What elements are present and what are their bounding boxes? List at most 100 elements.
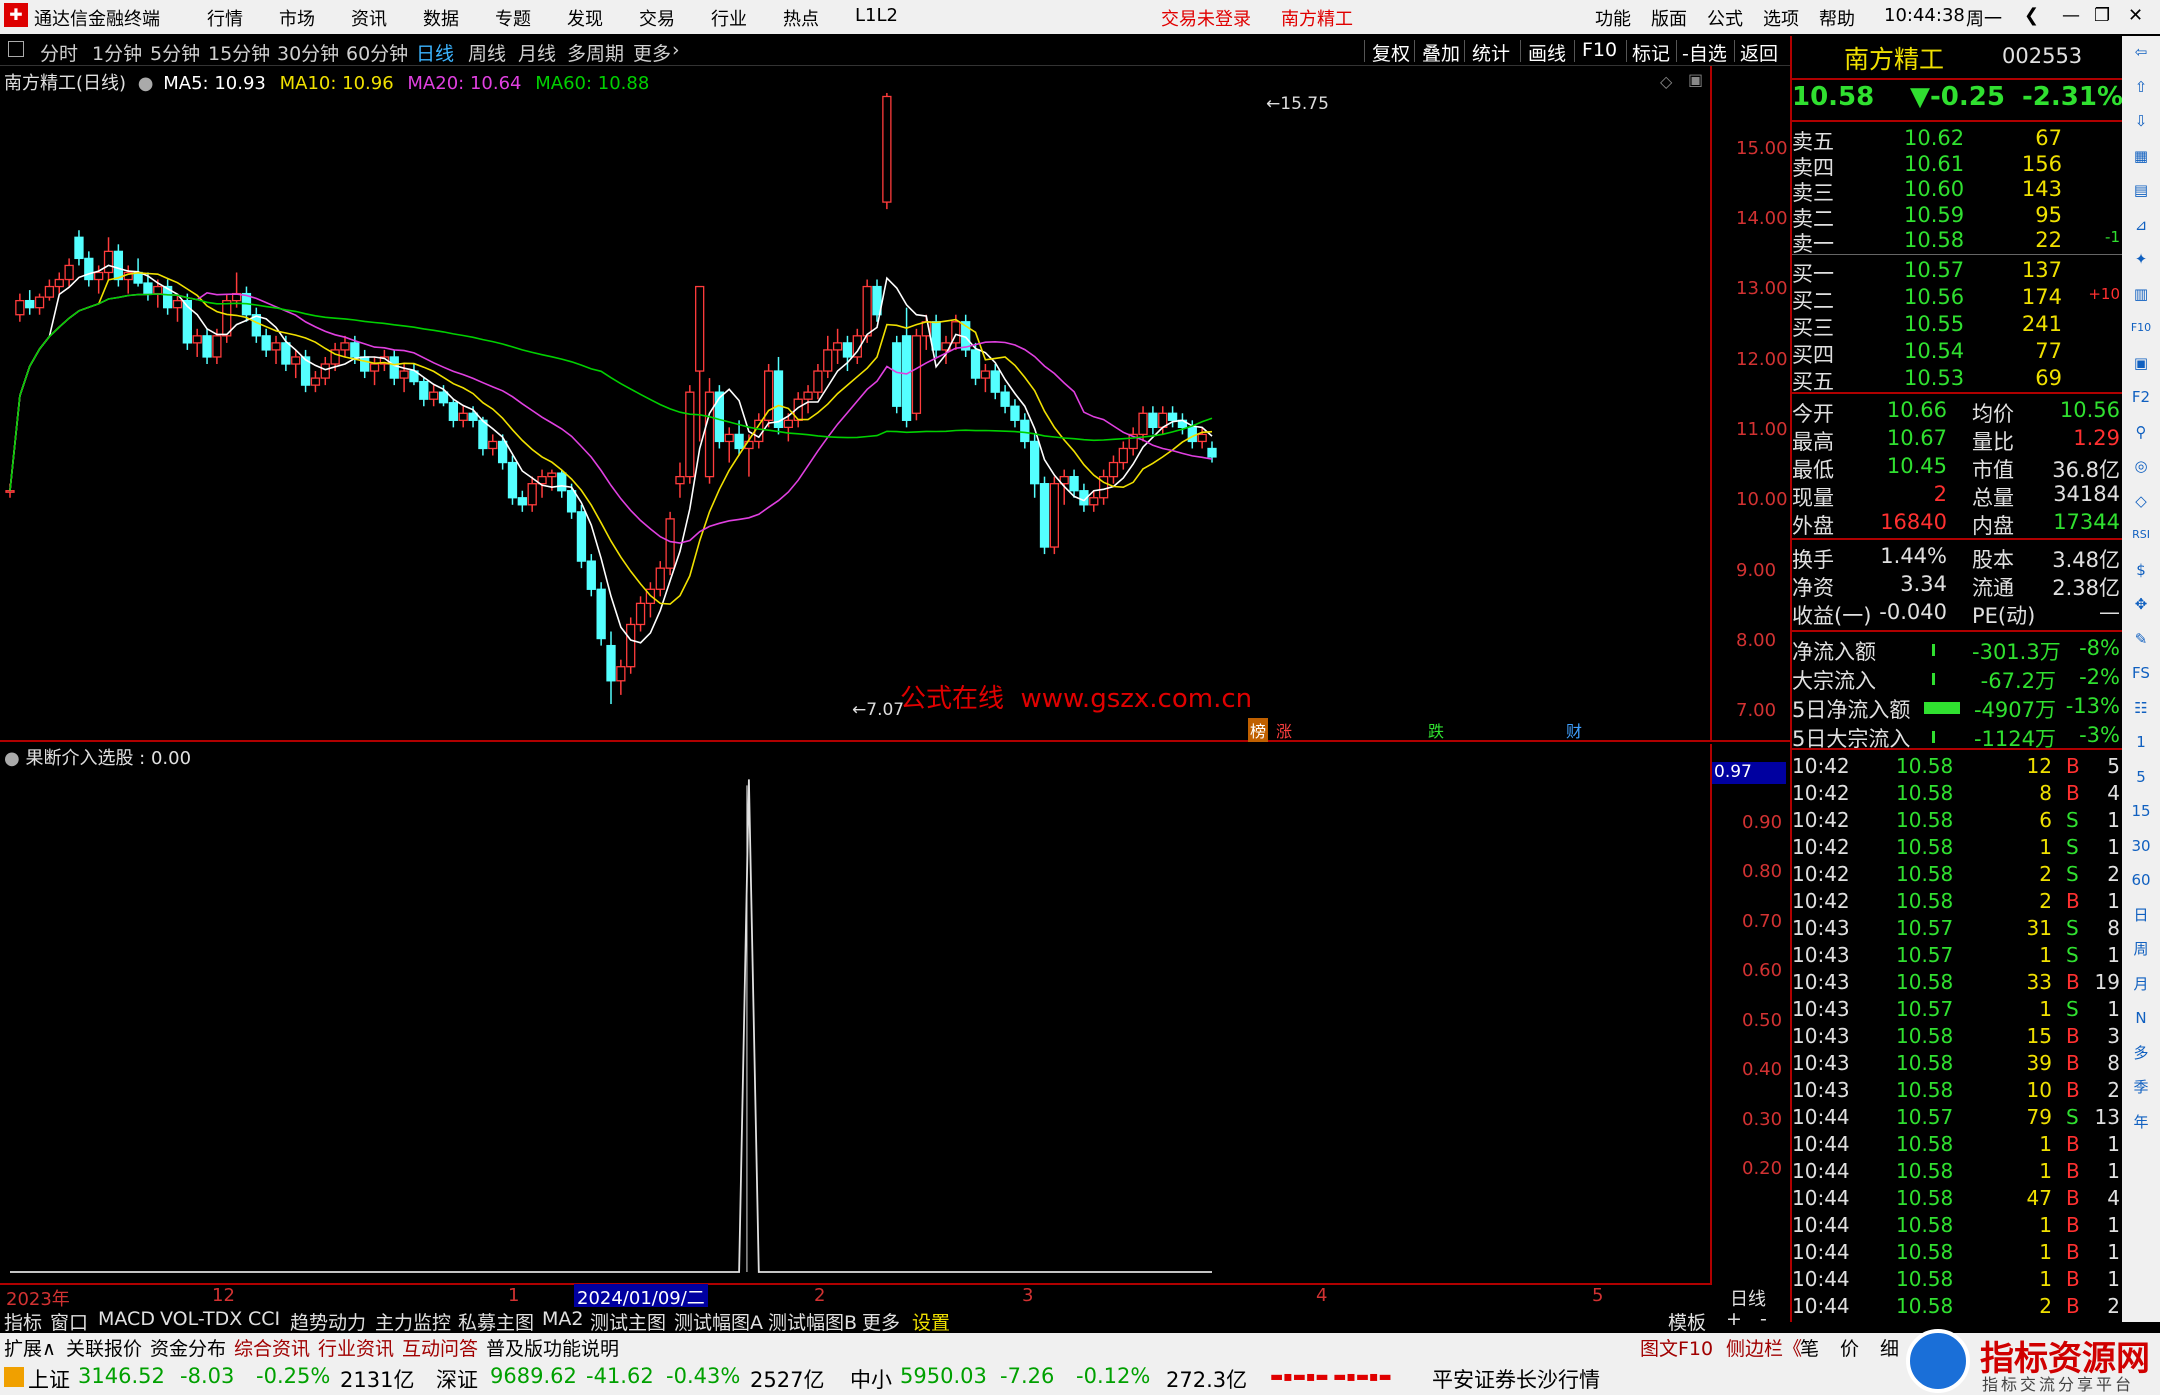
btn-diejia[interactable]: 叠加 xyxy=(1422,39,1460,66)
menu-zixun[interactable]: 资讯 xyxy=(351,5,387,31)
flow-row[interactable]: 净流入额 -301.3万 -8% xyxy=(1792,636,2122,664)
side-tool-icon[interactable]: ▦ xyxy=(2129,144,2153,168)
add-window-button[interactable]: + xyxy=(1726,1308,1742,1330)
side-tool-icon[interactable]: 1 xyxy=(2129,730,2153,754)
side-tool-icon[interactable]: ⇦ xyxy=(2129,40,2153,64)
menu-shichang[interactable]: 市场 xyxy=(279,5,315,31)
menu-faxian[interactable]: 发现 xyxy=(567,5,603,31)
side-tool-icon[interactable]: FS xyxy=(2129,661,2153,685)
side-tool-icon[interactable]: ✦ xyxy=(2129,247,2153,271)
tab-kuozhan[interactable]: 扩展∧ xyxy=(4,1334,56,1361)
bid-row[interactable]: 买五 10.53 69 xyxy=(1792,366,2122,394)
menu-gongneng[interactable]: 功能 xyxy=(1595,5,1631,31)
side-tool-icon[interactable]: RSI xyxy=(2129,523,2153,547)
side-tool-icon[interactable]: 日 xyxy=(2129,903,2153,927)
side-tool-icon[interactable]: 60 xyxy=(2129,868,2153,892)
tab-jia[interactable]: 价 xyxy=(1840,1334,1859,1361)
restore-button[interactable]: ❐ xyxy=(2094,5,2110,26)
ind-zhuli[interactable]: 主力监控 xyxy=(375,1308,451,1335)
side-tool-icon[interactable]: 多 xyxy=(2129,1041,2153,1065)
marker-die[interactable]: 跌 xyxy=(1428,718,1444,742)
ind-ceshi-b[interactable]: 测试幅图B xyxy=(768,1308,857,1335)
ind-simu[interactable]: 私募主图 xyxy=(458,1308,534,1335)
menu-jiaoyi[interactable]: 交易 xyxy=(639,5,675,31)
sh-name[interactable]: 上证 xyxy=(28,1364,70,1394)
period-monthly[interactable]: 月线 xyxy=(518,39,556,66)
ind-ceshi[interactable]: 测试主图 xyxy=(590,1308,666,1335)
side-tool-icon[interactable]: F2 xyxy=(2129,385,2153,409)
ind-qushi[interactable]: 趋势动力 xyxy=(290,1308,366,1335)
marker-bang[interactable]: 榜 xyxy=(1248,718,1269,742)
period-1min[interactable]: 1分钟 xyxy=(92,39,142,66)
menu-l1l2[interactable]: L1L2 xyxy=(855,5,898,26)
side-tool-icon[interactable]: 周 xyxy=(2129,937,2153,961)
side-tool-icon[interactable]: ▣ xyxy=(2129,351,2153,375)
side-tool-icon[interactable]: 15 xyxy=(2129,799,2153,823)
period-more[interactable]: 更多 xyxy=(633,39,671,66)
tab-guanlian[interactable]: 关联报价 xyxy=(66,1334,142,1361)
tab-xi[interactable]: 细 xyxy=(1880,1334,1899,1361)
side-tool-icon[interactable]: ◎ xyxy=(2129,454,2153,478)
period-daily[interactable]: 日线 xyxy=(416,39,454,66)
remove-window-button[interactable]: - xyxy=(1760,1308,1767,1330)
bid-row[interactable]: 买一 10.57 137 xyxy=(1792,258,2122,286)
ask-row[interactable]: 卖四 10.61 156 xyxy=(1792,152,2122,180)
close-button[interactable]: ✕ xyxy=(2128,5,2143,26)
marker-zhang[interactable]: 涨 xyxy=(1276,718,1292,742)
menu-zhuanti[interactable]: 专题 xyxy=(495,5,531,31)
menu-xuanxiang[interactable]: 选项 xyxy=(1763,5,1799,31)
side-tool-icon[interactable]: N xyxy=(2129,1006,2153,1030)
ask-row[interactable]: 卖一 10.58 22 -1 xyxy=(1792,228,2122,256)
flow-row[interactable]: 5日大宗流入 -1124万 -3% xyxy=(1792,723,2122,751)
period-multi[interactable]: 多周期 xyxy=(567,39,624,66)
ind-chuangkou[interactable]: 窗口 xyxy=(50,1308,88,1335)
minimize-button[interactable]: — xyxy=(2062,5,2080,26)
ask-row[interactable]: 卖二 10.59 95 xyxy=(1792,203,2122,231)
period-5min[interactable]: 5分钟 xyxy=(150,39,200,66)
ask-row[interactable]: 卖五 10.62 67 xyxy=(1792,126,2122,154)
period-fenshi[interactable]: 分时 xyxy=(40,39,78,66)
period-15min[interactable]: 15分钟 xyxy=(208,39,270,66)
btn-huaxian[interactable]: 画线 xyxy=(1528,39,1566,66)
side-tool-icon[interactable]: ⇩ xyxy=(2129,109,2153,133)
ind-settings[interactable]: 设置 xyxy=(912,1308,950,1335)
bid-row[interactable]: 买三 10.55 241 xyxy=(1792,312,2122,340)
side-tool-icon[interactable]: ☷ xyxy=(2129,696,2153,720)
ind-ma2[interactable]: MA2 xyxy=(542,1308,583,1330)
flow-row[interactable]: 大宗流入 -67.2万 -2% xyxy=(1792,665,2122,693)
menu-gongshi[interactable]: 公式 xyxy=(1707,5,1743,31)
back-button[interactable]: ❮ xyxy=(2024,5,2039,26)
side-tool-icon[interactable]: ▥ xyxy=(2129,282,2153,306)
marker-cai[interactable]: 财 xyxy=(1566,718,1582,742)
ind-vol-tdx[interactable]: VOL-TDX xyxy=(160,1308,242,1330)
side-tool-icon[interactable]: $ xyxy=(2129,558,2153,582)
side-tool-icon[interactable]: 年 xyxy=(2129,1110,2153,1134)
side-tool-icon[interactable]: ✥ xyxy=(2129,592,2153,616)
tab-hangye[interactable]: 行业资讯 xyxy=(318,1334,394,1361)
side-tool-icon[interactable]: ⚲ xyxy=(2129,420,2153,444)
signal-lights-icon[interactable]: ▬▪▬▪▬ ▬▪▬▪▬ xyxy=(1270,1369,1392,1385)
menu-hangye[interactable]: 行业 xyxy=(711,5,747,31)
period-weekly[interactable]: 周线 xyxy=(468,39,506,66)
btn-biaoji[interactable]: 标记 xyxy=(1632,39,1670,66)
market-icon[interactable] xyxy=(4,1367,24,1387)
signal-subchart[interactable]: ● 果断介入选股 : 0.00 0.97 0.90 0.80 0.70 0.60… xyxy=(0,744,1790,1284)
btn-tongji[interactable]: 统计 xyxy=(1472,39,1510,66)
ask-row[interactable]: 卖三 10.60 143 xyxy=(1792,177,2122,205)
side-tool-icon[interactable]: ⊿ xyxy=(2129,213,2153,237)
tab-hudong[interactable]: 互动问答 xyxy=(402,1334,478,1361)
period-60min[interactable]: 60分钟 xyxy=(346,39,408,66)
btn-fuquan[interactable]: 复权 xyxy=(1372,39,1410,66)
btn-f10[interactable]: F10 xyxy=(1582,39,1617,61)
side-tool-icon[interactable]: 月 xyxy=(2129,972,2153,996)
side-tool-icon[interactable]: 季 xyxy=(2129,1075,2153,1099)
bid-row[interactable]: 买二 10.56 174 +10 xyxy=(1792,285,2122,313)
flow-row[interactable]: 5日净流入额 -4907万 -13% xyxy=(1792,694,2122,722)
zx-name[interactable]: 中小 xyxy=(850,1364,892,1394)
side-tool-icon[interactable]: ◇ xyxy=(2129,489,2153,513)
login-status[interactable]: 交易未登录 xyxy=(1161,5,1251,31)
chevron-right-icon[interactable]: › xyxy=(672,39,680,61)
ind-ceshi-a[interactable]: 测试幅图A xyxy=(674,1308,763,1335)
side-tool-icon[interactable]: 30 xyxy=(2129,834,2153,858)
ind-macd[interactable]: MACD xyxy=(98,1308,155,1330)
